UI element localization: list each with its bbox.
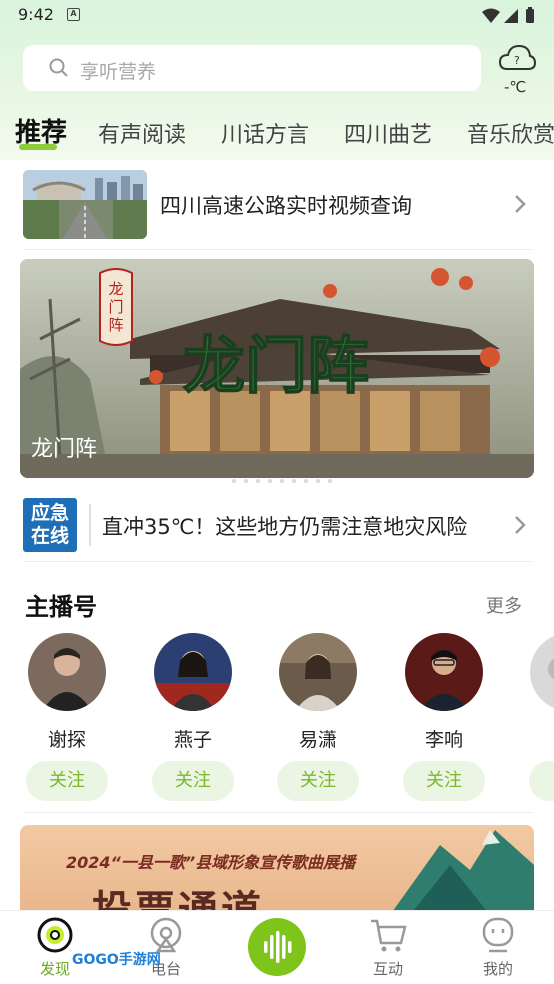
- weather-temperature: -℃: [504, 78, 527, 96]
- svg-text:门: 门: [108, 298, 123, 316]
- cart-icon: [371, 919, 407, 952]
- anchor-name: 易潇: [298, 729, 337, 751]
- discover-icon: [37, 917, 73, 953]
- more-link[interactable]: 更多: [486, 592, 522, 618]
- anchor-card[interactable]: 谢探 关注: [26, 633, 108, 801]
- tab-music[interactable]: 音乐欣赏: [467, 117, 554, 149]
- anchor-card[interactable]: 燕子 关注: [152, 633, 234, 801]
- tab-sichuan-dialect[interactable]: 川话方言: [221, 117, 309, 149]
- nav-interact[interactable]: 互动: [348, 911, 428, 984]
- banner-image: 龙 门 阵 龙门阵: [20, 259, 534, 478]
- svg-text:?: ?: [514, 54, 520, 67]
- search-placeholder: 享听营养: [80, 61, 157, 83]
- anchor-name: 燕子: [173, 729, 212, 751]
- logo-line-1: 应急: [30, 502, 69, 524]
- chevron-right-icon[interactable]: [514, 194, 526, 218]
- divider: [89, 504, 91, 546]
- radio-icon: [150, 917, 182, 953]
- banner-caption: 龙门阵: [31, 437, 98, 462]
- notification-a-icon: A: [67, 8, 80, 21]
- avatar[interactable]: [405, 633, 483, 711]
- emergency-online-logo: 应急 在线: [23, 498, 77, 552]
- avatar[interactable]: [279, 633, 357, 711]
- chevron-right-icon[interactable]: [514, 515, 526, 539]
- banner-carousel[interactable]: 龙 门 阵 龙门阵: [20, 259, 534, 478]
- promo-subtitle: 2024“一县一歌”县域形象宣传歌曲展播: [66, 853, 356, 872]
- highway-thumbnail[interactable]: [23, 170, 147, 239]
- avatar[interactable]: [154, 633, 232, 711]
- divider: [23, 812, 533, 813]
- cloud-question-icon[interactable]: ?: [498, 42, 537, 78]
- player-button[interactable]: [248, 918, 306, 976]
- profile-icon: [482, 917, 514, 953]
- status-time: 9:42: [18, 5, 54, 24]
- nav-mine[interactable]: 我的: [458, 911, 538, 984]
- active-tab-indicator: [19, 144, 57, 150]
- divider: [23, 249, 533, 250]
- nav-label: 互动: [372, 960, 403, 978]
- highway-video-link[interactable]: 四川高速公路实时视频查询: [160, 190, 412, 220]
- carousel-dots: [216, 468, 340, 483]
- tab-sichuan-quyi[interactable]: 四川曲艺: [344, 117, 432, 149]
- nav-discover[interactable]: 发现: [15, 911, 95, 984]
- anchor-card[interactable]: 李响 关注: [403, 633, 485, 801]
- svg-text:龙: 龙: [108, 280, 123, 298]
- logo-line-2: 在线: [30, 525, 69, 547]
- search-bar[interactable]: 享听营养: [23, 45, 481, 91]
- status-bar: 9:42 A: [0, 0, 554, 32]
- search-icon: [49, 58, 69, 82]
- vote-promo-banner[interactable]: 2024“一县一歌”县域形象宣传歌曲展播 投票通道: [20, 825, 534, 915]
- follow-button[interactable]: 关注: [26, 761, 108, 801]
- follow-button[interactable]: 关注: [152, 761, 234, 801]
- tab-audiobook[interactable]: 有声阅读: [98, 117, 186, 149]
- anchor-card-partial[interactable]: [530, 633, 554, 711]
- avatar[interactable]: [28, 633, 106, 711]
- anchor-name: 李响: [424, 729, 463, 751]
- nav-radio[interactable]: 电台: [126, 911, 206, 984]
- anchor-card[interactable]: 易潇 关注: [277, 633, 359, 801]
- anchor-name: 谢探: [47, 729, 86, 751]
- svg-text:阵: 阵: [108, 316, 123, 334]
- sound-wave-icon: [264, 931, 292, 963]
- divider: [23, 561, 533, 562]
- follow-button-partial[interactable]: [529, 761, 554, 801]
- news-headline[interactable]: 直冲35℃！这些地方仍需注意地灾风险: [102, 511, 467, 541]
- follow-button[interactable]: 关注: [277, 761, 359, 801]
- nav-label: 我的: [482, 960, 513, 978]
- follow-button[interactable]: 关注: [403, 761, 485, 801]
- svg-text:龙门阵: 龙门阵: [183, 329, 369, 402]
- watermark: GOGO手游网: [72, 952, 161, 968]
- section-title: 主播号: [25, 593, 97, 621]
- category-tabs: 推荐 有声阅读 川话方言 四川曲艺 音乐欣赏: [0, 112, 554, 152]
- status-icons: [480, 6, 538, 30]
- wifi-signal-battery-icon: [482, 7, 534, 23]
